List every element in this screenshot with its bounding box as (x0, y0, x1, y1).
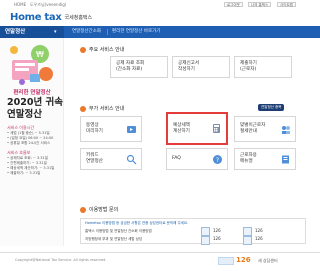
question-icon: ? (213, 154, 222, 164)
search-icon (126, 154, 137, 164)
sidebar: ₩ 편리한 연말정산 2020년 귀속 연말정산 서비스 이용시간 • 세법 (… (0, 38, 64, 246)
logout-button[interactable]: 로그아웃 (224, 2, 243, 7)
calculator-icon (213, 124, 220, 133)
duplicate-notice-badge[interactable]: 연말정산 중복 (258, 104, 285, 111)
estimated-tax-calc-button[interactable]: 예상세액 계산하기 (166, 112, 228, 145)
inquiry-heading: 이용방법 문의 (80, 206, 118, 213)
video-preview-button[interactable]: 동영상 미리하기 (80, 116, 142, 142)
chevron-down-icon[interactable]: ▾ (54, 26, 57, 38)
inquiry-line: 홈택스 이용방법 및 연말정산 간소화 이용방법 (85, 229, 152, 233)
year-end-settlement-illustration: ₩ (10, 45, 53, 85)
phone-icon (201, 236, 210, 245)
svg-text:?: ? (216, 157, 219, 164)
home-link[interactable]: HOME (14, 0, 26, 9)
deduction-form-write-button[interactable]: 공제신고서 작성하기 (172, 56, 230, 78)
sub-services-title: 부가 서비스 안내 (89, 106, 125, 112)
sidebar-friendly-label: 편리한 연말정산 (13, 90, 51, 96)
button-sublabel: 절세안내 (240, 129, 257, 134)
phone-icon (201, 227, 210, 236)
logo-subtitle: 국세청홈택스 (64, 14, 93, 21)
call-number: 126 (255, 228, 263, 233)
deduction-data-inquiry-button[interactable]: 공제 자료 조회 (간소화 자료) (110, 56, 168, 78)
video-icon (127, 125, 136, 133)
main-services-heading: 주요 서비스 안내 (80, 46, 124, 53)
nav-item-shortcut[interactable]: 편리한 연말정산 바로가기 (112, 26, 160, 38)
nts-logo (218, 257, 234, 265)
button-sublabel: (간소화 자료) (116, 67, 143, 72)
top-bar: HOME 도우즈님(veeendig) 로그아웃 나의 홈택스 사이트맵 (0, 0, 320, 9)
keyword-settlement-button[interactable]: 키워드 연말정산 (80, 148, 142, 170)
guide-line: • 제출하기: ~ 3.31일 (7, 171, 41, 175)
call-number: 126 (255, 236, 263, 241)
button-sublabel: (근로자) (240, 67, 257, 72)
schedule-line: • 공휴일 포함 24시간 서비스 (7, 141, 51, 145)
main-nav: 연말정산 ▾ 연말정산간소화 편리한 연말정산 바로가기 (0, 26, 320, 38)
button-label: 예상세액 (173, 122, 190, 128)
faq-button[interactable]: FAQ ? (166, 148, 228, 170)
dual-income-saving-button[interactable]: 맞벌이근로자 절세안내 (234, 116, 296, 142)
page-title-line1: 2020년 귀속 (7, 97, 63, 108)
page-title: 2020년 귀속 연말정산 (7, 97, 63, 121)
bullet-icon (80, 46, 86, 53)
button-sublabel: 미리하기 (86, 129, 103, 134)
button-sublabel: 메뉴얼 (240, 159, 253, 164)
page-title-line2: 연말정산 (7, 109, 42, 120)
inquiry-intro: Hometax 이용방법 등 궁금한 사항은 연중 상담센터로 문의해 주세요. (85, 221, 189, 225)
user-greeting: 도우즈님(veeendig) (30, 2, 67, 7)
bullet-icon (80, 206, 86, 213)
button-sublabel: 계산하기 (173, 128, 190, 134)
inquiry-box: Hometax 이용방법 등 궁금한 사항은 연중 상담센터로 문의해 주세요.… (80, 218, 306, 245)
inquiry-title: 이용방법 문의 (89, 207, 119, 213)
footer: Copyright@National Tax Service. All righ… (0, 252, 320, 271)
call-center-number: 126 (236, 256, 251, 264)
submit-button[interactable]: 제출하기 (근로자) (234, 56, 292, 78)
nav-item-simplified[interactable]: 연말정산간소화 (72, 26, 101, 38)
people-icon (282, 125, 290, 134)
sub-services-heading: 부가 서비스 안내 (80, 105, 124, 112)
button-sublabel: 연말정산 (86, 159, 103, 164)
worker-manual-button[interactable]: 근로자용 메뉴얼 (234, 148, 296, 170)
sitemap-button[interactable]: 사이트맵 (277, 2, 296, 7)
logo-brand: Home tax (10, 11, 62, 23)
copyright: Copyright@National Tax Service. All righ… (15, 258, 107, 262)
bullet-icon (80, 105, 86, 112)
nav-divider (107, 29, 108, 35)
button-sublabel: 작성하기 (178, 67, 195, 72)
call-center-label: 세 상담센터 (258, 258, 278, 263)
book-icon (282, 155, 289, 163)
main-services-title: 주요 서비스 안내 (89, 47, 125, 53)
hometax-logo[interactable]: Home tax 국세청홈택스 (10, 10, 92, 24)
svg-text:₩: ₩ (36, 50, 44, 59)
my-hometax-button[interactable]: 나의 홈택스 (248, 2, 272, 7)
phone-icon (243, 236, 252, 245)
inquiry-line: 지방행정세 부과 및 연말정산 세법 상담 (85, 237, 143, 241)
phone-icon (243, 227, 252, 236)
button-label: FAQ (172, 156, 181, 161)
call-number: 126 (213, 236, 221, 241)
call-number: 126 (213, 228, 221, 233)
